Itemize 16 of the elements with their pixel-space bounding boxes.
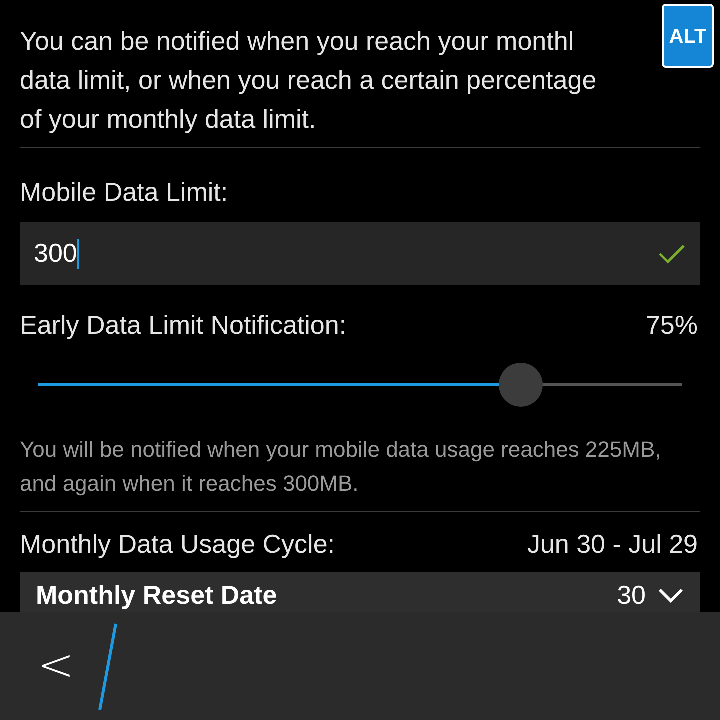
slider-thumb[interactable] (499, 363, 543, 407)
info-text: You will be notified when your mobile data usage reaches 225MB, and again when it reaches 300MB. (20, 436, 662, 498)
dropdown[interactable]: Monthly Reset Date 30 (20, 572, 700, 614)
alt-badge[interactable]: ALT (662, 4, 714, 68)
intro-text: data limit, or when you reach a certain percentage (20, 64, 597, 97)
slider[interactable] (38, 363, 682, 407)
intro-text: of your monthly data limit. (20, 103, 316, 136)
back-button[interactable]: < (36, 642, 76, 690)
cycle-value: Jun 30 - Jul 29 (527, 528, 698, 560)
setting-label: Monthly Data Usage Cycle: (20, 528, 336, 560)
field-label: Mobile Data Limit: (20, 176, 228, 208)
percentage-reading: 75% (646, 309, 698, 341)
intro-text: You can be notified when you reach your monthl (20, 25, 574, 58)
setting-label: Early Data Limit Notification: (20, 309, 347, 341)
divider-icon (98, 622, 118, 712)
input-field[interactable]: 300 (20, 222, 700, 285)
